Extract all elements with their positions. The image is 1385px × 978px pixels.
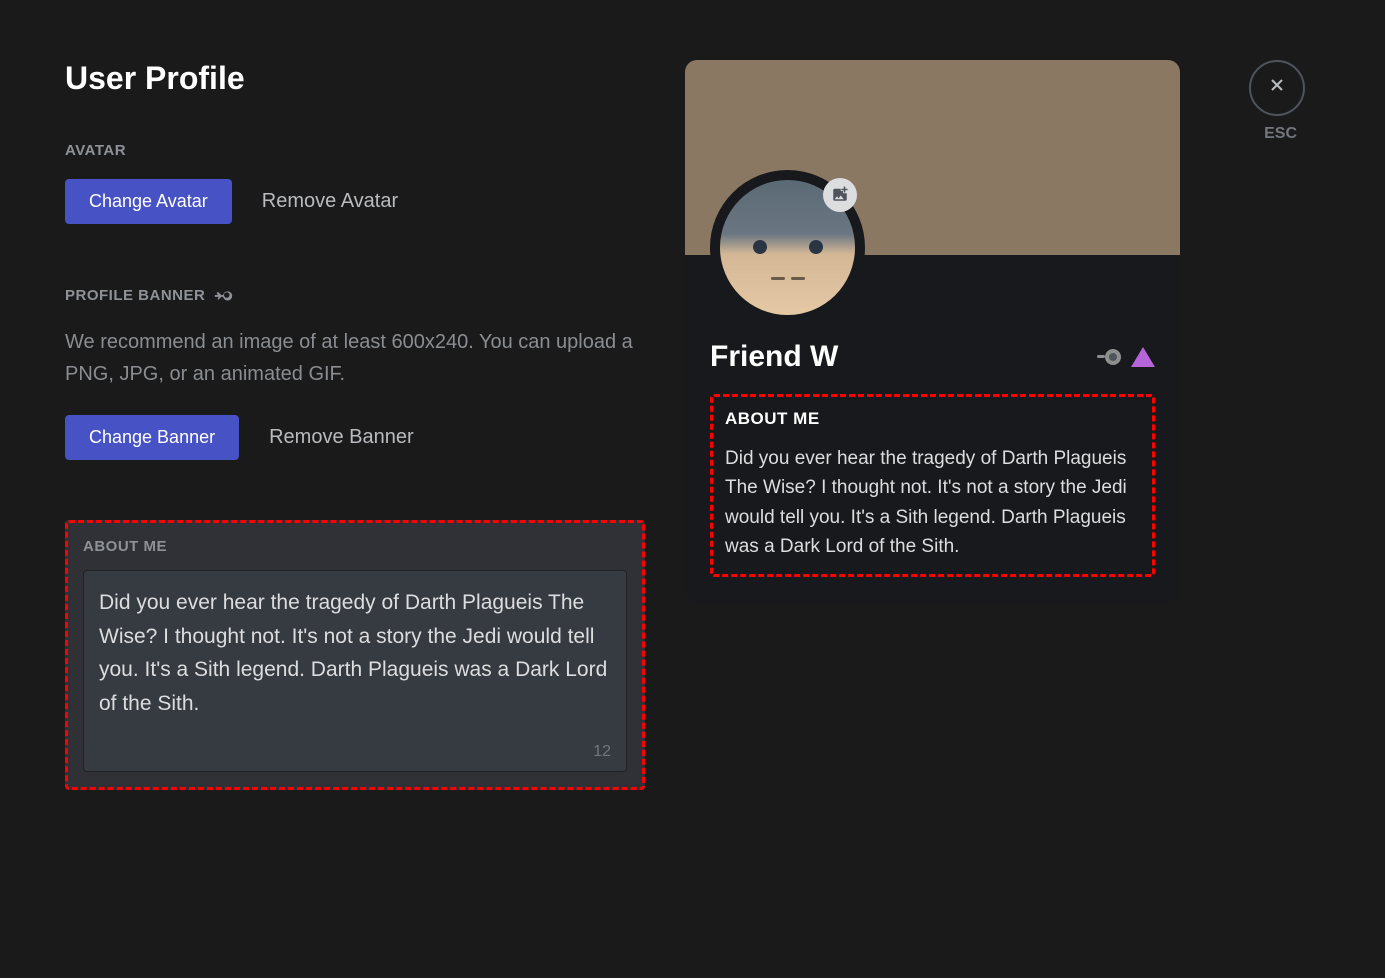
avatar-section-label: AVATAR [65, 142, 645, 159]
add-image-icon [831, 185, 849, 206]
banner-section-label: PROFILE BANNER [65, 284, 645, 306]
boost-badge-icon [1131, 347, 1155, 367]
change-avatar-button[interactable]: Change Avatar [65, 179, 232, 224]
about-me-label: ABOUT ME [83, 538, 627, 555]
close-icon [1267, 74, 1287, 102]
esc-label: ESC [1264, 125, 1297, 143]
banner-description: We recommend an image of at least 600x24… [65, 326, 645, 390]
character-count: 12 [593, 743, 611, 761]
profile-about-section: ABOUT ME Did you ever hear the tragedy o… [710, 394, 1155, 577]
profile-banner [685, 60, 1180, 255]
avatar-wrapper [710, 170, 865, 325]
about-me-section: ABOUT ME 12 [65, 520, 645, 790]
nitro-badge-icon [1095, 347, 1123, 367]
close-button[interactable] [1249, 60, 1305, 116]
settings-panel: User Profile AVATAR Change Avatar Remove… [65, 60, 645, 790]
profile-preview-card: Friend W ABOUT ME [685, 60, 1180, 602]
profile-about-label: ABOUT ME [725, 409, 1140, 429]
nitro-icon [213, 284, 235, 306]
change-banner-button[interactable]: Change Banner [65, 415, 239, 460]
page-title: User Profile [65, 60, 645, 97]
badges [1095, 347, 1155, 367]
edit-avatar-button[interactable] [823, 178, 857, 212]
username: Friend W [710, 340, 838, 374]
remove-avatar-button[interactable]: Remove Avatar [262, 190, 398, 213]
remove-banner-button[interactable]: Remove Banner [269, 426, 414, 449]
profile-about-text: Did you ever hear the tragedy of Darth P… [725, 444, 1140, 562]
about-me-textarea[interactable] [99, 586, 611, 751]
